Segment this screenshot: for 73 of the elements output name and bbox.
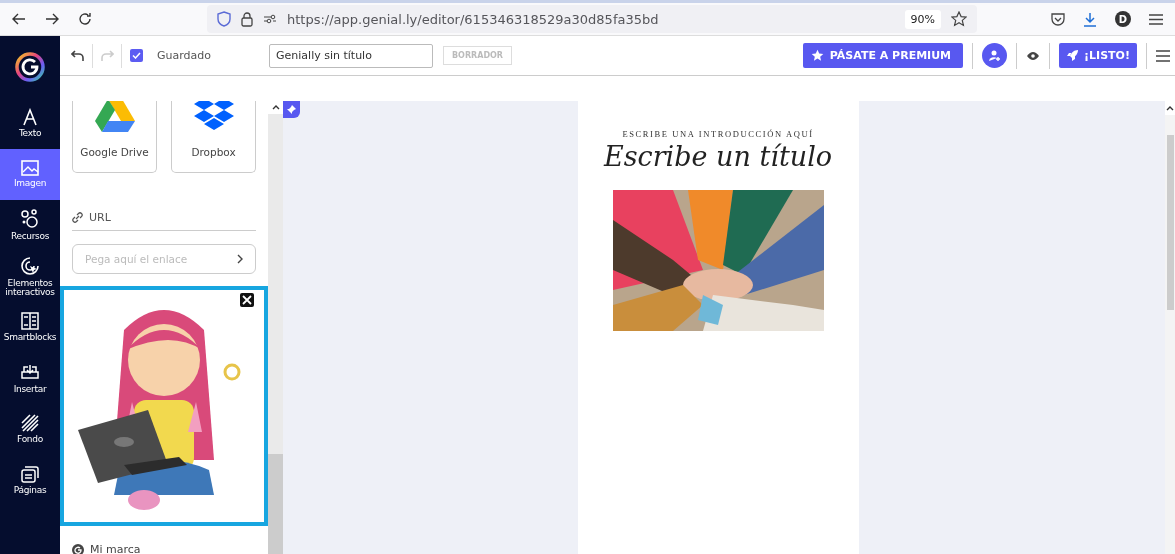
close-icon[interactable] (240, 293, 254, 307)
blocks-icon (21, 312, 39, 331)
link-field[interactable]: Pega aquí el enlace (72, 244, 256, 274)
nav-label: Páginas (13, 486, 47, 496)
chevron-icon[interactable] (237, 254, 244, 264)
add-user-icon (988, 49, 1002, 62)
nav-label: Fondo (17, 435, 43, 445)
menu-icon[interactable] (1156, 49, 1170, 62)
nav-label: Texto (18, 129, 42, 139)
nav-item[interactable]: Recursos (0, 200, 60, 251)
url-text: https://app.genial.ly/editor/615346318529a30d85fa35bd (287, 11, 660, 27)
stripes-icon (21, 414, 39, 433)
shield-icon (217, 11, 231, 27)
draft-badge: BORRADOR (443, 46, 513, 65)
nav-item[interactable]: Fondo (0, 404, 60, 455)
logo-icon[interactable] (15, 52, 45, 82)
rocket-icon (1066, 49, 1080, 62)
scrollbar-thumb[interactable] (1167, 135, 1174, 310)
intro-text: ESCRIBE UNA INTRODUCCIÓN AQUÍ (622, 129, 814, 139)
done-button[interactable]: ¡LISTO! (1059, 43, 1137, 68)
title-field[interactable]: Genially sin título (269, 43, 433, 68)
source-card[interactable]: Google Drive (72, 101, 157, 173)
nav-item[interactable]: Elementos interactivos (0, 251, 60, 302)
nav-item[interactable]: Insertar (0, 353, 60, 404)
caret-icon[interactable] (271, 104, 280, 111)
nav-label: Insertar (13, 385, 47, 395)
image-icon (21, 160, 39, 177)
pocket-icon[interactable] (1051, 12, 1065, 26)
star-icon (810, 49, 824, 62)
nav-label: Elementos interactivos (4, 278, 56, 298)
forward-icon (45, 13, 59, 25)
source-card[interactable]: Dropbox (171, 101, 256, 173)
nav-item[interactable]: Texto (0, 98, 60, 149)
pin-button[interactable] (283, 101, 300, 118)
text-icon (21, 108, 39, 127)
source-label: Dropbox (191, 146, 236, 158)
nav-label: Smartblocks (3, 333, 57, 343)
box-logo-icon (193, 101, 234, 132)
nav-item[interactable]: Imagen (0, 149, 60, 200)
premium-button[interactable]: PÁSATE A PREMIUM (802, 43, 964, 68)
reload-icon (78, 12, 92, 26)
scrollbar-thumb[interactable] (268, 453, 283, 554)
address-bar[interactable]: https://app.genial.ly/editor/615346318529a30d85fa35bd 90% (207, 5, 977, 33)
panel-scrollbar[interactable] (268, 101, 283, 554)
add-user-button[interactable] (982, 43, 1008, 68)
source-label: Google Drive (80, 146, 149, 158)
eye-icon[interactable] (1026, 50, 1041, 61)
nav-label: Imagen (13, 179, 47, 189)
saved-status: Guardado (157, 49, 211, 62)
caret-icon[interactable] (1166, 105, 1174, 111)
lock-icon (241, 11, 253, 27)
nav-label: Recursos (10, 232, 50, 242)
canvas-scrollbar[interactable] (1165, 101, 1175, 554)
profile-avatar[interactable]: D (1115, 11, 1131, 27)
pointer-icon (20, 255, 40, 276)
brand-label: Mi marca (90, 543, 141, 554)
pin-icon (287, 105, 296, 114)
pages-icon (21, 465, 39, 484)
permissions-icon (263, 14, 277, 24)
undo-icon (71, 49, 85, 62)
redo-icon (100, 49, 114, 62)
back-icon (12, 13, 26, 25)
link-icon (72, 212, 83, 223)
download-icon[interactable] (1083, 11, 1097, 27)
slide-title: Escribe un título (603, 141, 833, 172)
star-icon[interactable] (951, 11, 967, 27)
menu-icon[interactable] (1149, 13, 1163, 25)
triangle-logo-icon (94, 101, 135, 132)
nav-item[interactable]: Páginas (0, 455, 60, 506)
shapes-icon (20, 209, 40, 230)
zoom-level[interactable]: 90% (904, 9, 941, 29)
nav-item[interactable]: Smartblocks (0, 302, 60, 353)
url-label: URL (89, 211, 111, 224)
